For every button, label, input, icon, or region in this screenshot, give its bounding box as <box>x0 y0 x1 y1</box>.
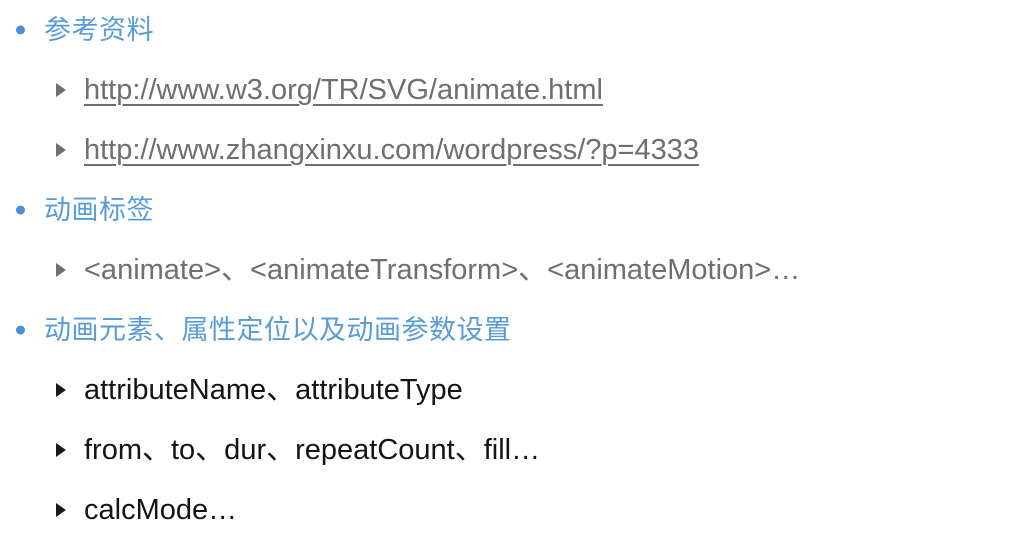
outline-item-link-zhangxinxu[interactable]: http://www.zhangxinxu.com/wordpress/?p=4… <box>0 120 1026 180</box>
outline-item-label: from、to、dur、repeatCount、fill… <box>84 434 541 466</box>
triangle-bullet-icon <box>56 443 66 457</box>
round-bullet-icon <box>16 205 25 215</box>
slide-canvas: 参考资料 http://www.w3.org/TR/SVG/animate.ht… <box>0 0 1026 526</box>
hyperlink-label[interactable]: http://www.zhangxinxu.com/wordpress/?p=4… <box>84 133 699 167</box>
outline-item-label: 动画标签 <box>44 195 154 225</box>
round-bullet-icon <box>16 325 25 335</box>
round-bullet-icon <box>16 25 25 35</box>
triangle-bullet-icon <box>56 143 66 157</box>
outline-item-level1[interactable]: 动画元素、属性定位以及动画参数设置 <box>0 300 1026 360</box>
hyperlink-label[interactable]: http://www.w3.org/TR/SVG/animate.html <box>84 73 603 107</box>
triangle-bullet-icon <box>56 503 66 517</box>
outline-item-label: <animate>、<animateTransform>、<animateMot… <box>84 254 801 286</box>
outline-item-animate-tags[interactable]: <animate>、<animateTransform>、<animateMot… <box>0 240 1026 300</box>
outline-item-level1[interactable]: 参考资料 <box>0 0 1026 60</box>
triangle-bullet-icon <box>56 83 66 97</box>
outline-item-attribute-params[interactable]: attributeName、attributeType <box>0 360 1026 420</box>
outline-item-timing-params[interactable]: from、to、dur、repeatCount、fill… <box>0 420 1026 480</box>
outline-item-calcmode[interactable]: calcMode… <box>0 480 1026 540</box>
outline-item-label: calcMode… <box>84 494 238 526</box>
triangle-bullet-icon <box>56 263 66 277</box>
triangle-bullet-icon <box>56 383 66 397</box>
outline-item-label: attributeName、attributeType <box>84 374 463 406</box>
outline-item-level1[interactable]: 动画标签 <box>0 180 1026 240</box>
outline-item-label: 动画元素、属性定位以及动画参数设置 <box>44 315 512 345</box>
outline-item-label: 参考资料 <box>44 15 154 45</box>
outline-item-link-w3c[interactable]: http://www.w3.org/TR/SVG/animate.html <box>0 60 1026 120</box>
outline-list: 参考资料 http://www.w3.org/TR/SVG/animate.ht… <box>0 0 1026 540</box>
